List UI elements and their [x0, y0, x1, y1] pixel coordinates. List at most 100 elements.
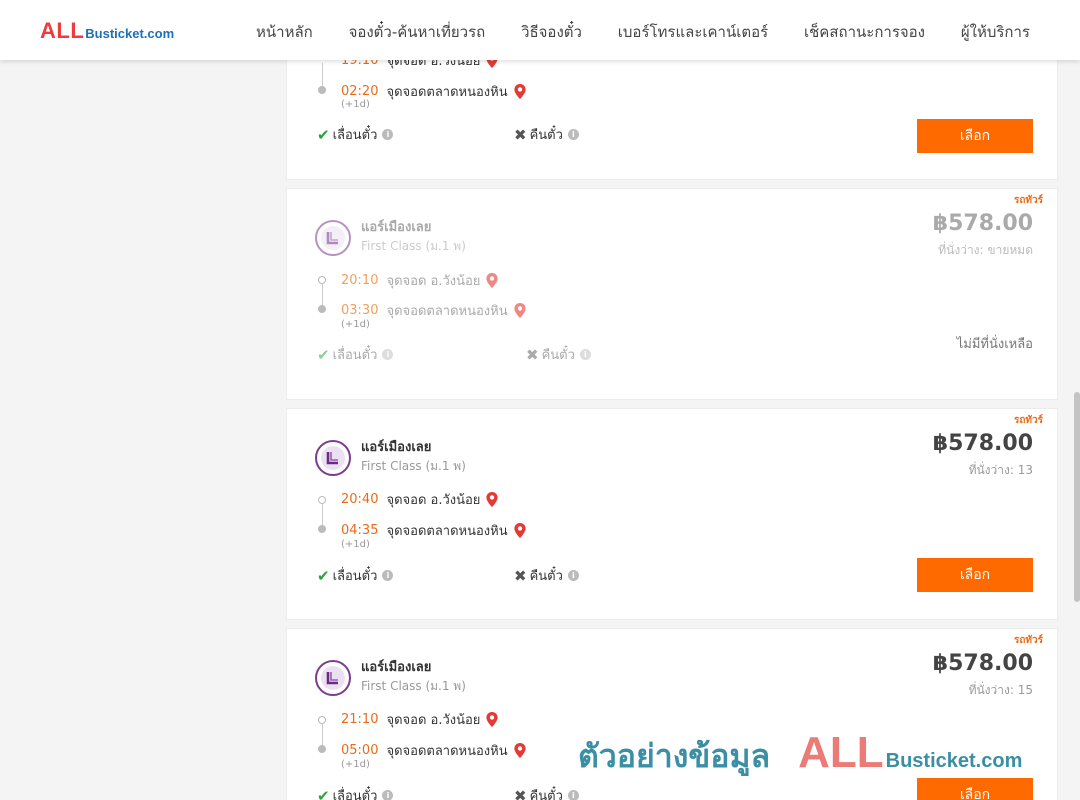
trip-card: รถทัวร์ แอร์เมืองเลย First Class (ม.1 พ)…: [286, 408, 1058, 620]
depart-place: จุดจอด อ.วังน้อย: [386, 274, 481, 289]
watermark-logo-all: ALL: [798, 728, 884, 777]
price: ฿578.00: [932, 651, 1033, 676]
arrive-place: จุดจอดตลาดหนองหิน: [386, 524, 508, 539]
operator-logo-icon: [326, 672, 338, 685]
operator-name: แอร์เมืองเลย: [361, 440, 432, 455]
refund-label: คืนตั๋ว: [541, 348, 575, 363]
plus-day: (+1d): [341, 319, 370, 330]
depart-time: 20:10: [341, 273, 379, 288]
bus-type-tag: รถทัวร์: [1013, 635, 1043, 646]
check-icon: ✔: [317, 345, 330, 364]
seats-available: ที่นั่งว่าง: 15: [968, 683, 1033, 697]
change-label: เลื่อนตั๋ว: [332, 128, 378, 143]
bus-type-tag: รถทัวร์: [1013, 195, 1043, 206]
seats-available: ที่นั่งว่าง: 13: [968, 463, 1033, 477]
logo-domain-text: Busticket.com: [85, 26, 175, 41]
depart-time: 20:40: [341, 492, 379, 507]
map-pin-icon[interactable]: [486, 712, 499, 727]
refund-policy[interactable]: ✖ คืนตั๋ว i: [514, 124, 579, 145]
map-pin-icon[interactable]: [514, 523, 526, 538]
depart-stop: 21:10 จุดจอด อ.วังน้อย: [341, 709, 499, 730]
map-pin-icon[interactable]: [486, 273, 499, 288]
cross-icon: ✖: [514, 566, 527, 585]
depart-stop: 20:10 จุดจอด อ.วังน้อย: [341, 270, 499, 291]
map-pin-icon[interactable]: [514, 84, 526, 99]
depart-dot: [318, 276, 326, 284]
depart-dot: [318, 496, 326, 504]
watermark-logo-domain: Busticket.com: [885, 750, 1023, 772]
arrive-dot: [318, 305, 326, 313]
arrive-time: 05:00: [341, 743, 379, 758]
operator-logo-icon: [326, 452, 338, 465]
site-logo[interactable]: ALL Busticket.com: [40, 18, 174, 44]
change-policy[interactable]: ✔ เลื่อนตั๋ว i: [317, 344, 394, 365]
arrive-time: 02:20: [341, 84, 379, 99]
depart-place: จุดจอด อ.วังน้อย: [386, 713, 481, 728]
arrive-place: จุดจอดตลาดหนองหิน: [386, 304, 508, 319]
change-policy[interactable]: ✔ เลื่อนตั๋ว i: [317, 124, 394, 145]
operator-name: แอร์เมืองเลย: [361, 660, 432, 675]
map-pin-icon[interactable]: [514, 303, 526, 318]
bus-class: First Class (ม.1 พ): [361, 239, 466, 253]
route-line: [322, 284, 323, 306]
page-scrollbar[interactable]: [1074, 392, 1080, 602]
info-icon[interactable]: i: [382, 349, 394, 360]
refund-policy[interactable]: ✖ คืนตั๋ว i: [526, 344, 591, 365]
change-label: เลื่อนตั๋ว: [332, 348, 378, 363]
map-pin-icon[interactable]: [514, 743, 526, 758]
select-button[interactable]: เลือก: [917, 558, 1033, 592]
operator-name: แอร์เมืองเลย: [361, 220, 432, 235]
change-label: เลื่อนตั๋ว: [332, 569, 378, 584]
arrive-dot: [318, 745, 326, 753]
change-policy[interactable]: ✔ เลื่อนตั๋ว i: [317, 785, 394, 800]
plus-day: (+1d): [341, 759, 370, 770]
info-icon[interactable]: i: [567, 570, 579, 581]
refund-label: คืนตั๋ว: [529, 128, 563, 143]
arrive-stop: 04:35 จุดจอดตลาดหนองหิน: [341, 520, 526, 541]
cross-icon: ✖: [526, 345, 539, 364]
refund-label: คืนตั๋ว: [529, 789, 563, 800]
plus-day: (+1d): [341, 539, 370, 550]
top-header: ALL Busticket.com หน้าหลัก จองตั๋ว-ค้นหา…: [0, 0, 1080, 60]
no-seat-label: ไม่มีที่นั่งเหลือ: [956, 337, 1033, 352]
info-icon[interactable]: i: [567, 129, 579, 140]
arrive-stop: 05:00 จุดจอดตลาดหนองหิน: [341, 740, 526, 761]
refund-label: คืนตั๋ว: [529, 569, 563, 584]
nav-operators[interactable]: ผู้ให้บริการ: [953, 20, 1038, 44]
info-icon[interactable]: i: [382, 129, 394, 140]
bus-class: First Class (ม.1 พ): [361, 679, 466, 693]
nav-check-booking[interactable]: เช็คสถานะการจอง: [796, 20, 933, 44]
arrive-time: 03:30: [341, 303, 379, 318]
nav-phone-counters[interactable]: เบอร์โทรและเคาน์เตอร์: [610, 20, 776, 44]
arrive-stop: 03:30 จุดจอดตลาดหนองหิน: [341, 300, 526, 321]
depart-place: จุดจอด อ.วังน้อย: [386, 493, 481, 508]
refund-policy[interactable]: ✖ คืนตั๋ว i: [514, 785, 579, 800]
watermark-sample-text: ตัวอย่างข้อมูล: [578, 737, 771, 775]
seats-available: ที่นั่งว่าง: ขายหมด: [938, 243, 1033, 257]
map-pin-icon[interactable]: [486, 492, 499, 507]
refund-policy[interactable]: ✖ คืนตั๋ว i: [514, 565, 579, 586]
trip-card-soldout: รถทัวร์ แอร์เมืองเลย First Class (ม.1 พ)…: [286, 188, 1058, 400]
info-icon[interactable]: i: [382, 570, 394, 581]
check-icon: ✔: [317, 566, 330, 585]
info-icon[interactable]: i: [567, 790, 579, 800]
nav-home[interactable]: หน้าหลัก: [248, 20, 321, 44]
depart-time: 21:10: [341, 712, 379, 727]
route-line: [322, 724, 323, 746]
watermark: ตัวอย่างข้อมูล ALL Busticket.com: [578, 728, 1022, 782]
check-icon: ✔: [317, 786, 330, 800]
change-policy[interactable]: ✔ เลื่อนตั๋ว i: [317, 565, 394, 586]
bus-type-tag: รถทัวร์: [1013, 415, 1043, 426]
select-button[interactable]: เลือก: [917, 119, 1033, 153]
trip-card-partial: 19:10 จุดจอด อ.วังน้อย 02:20 จุดจอดตลาดห…: [286, 40, 1058, 180]
info-icon[interactable]: i: [382, 790, 394, 800]
operator-logo-icon: [326, 232, 338, 245]
change-label: เลื่อนตั๋ว: [332, 789, 378, 800]
depart-stop: 20:40 จุดจอด อ.วังน้อย: [341, 489, 499, 510]
nav-how-to-book[interactable]: วิธีจองตั๋ว: [513, 20, 590, 44]
check-icon: ✔: [317, 125, 330, 144]
info-icon[interactable]: i: [579, 349, 591, 360]
price: ฿578.00: [932, 211, 1033, 236]
arrive-place: จุดจอดตลาดหนองหิน: [386, 744, 508, 759]
nav-book-search[interactable]: จองตั๋ว-ค้นหาเที่ยวรถ: [341, 20, 494, 44]
